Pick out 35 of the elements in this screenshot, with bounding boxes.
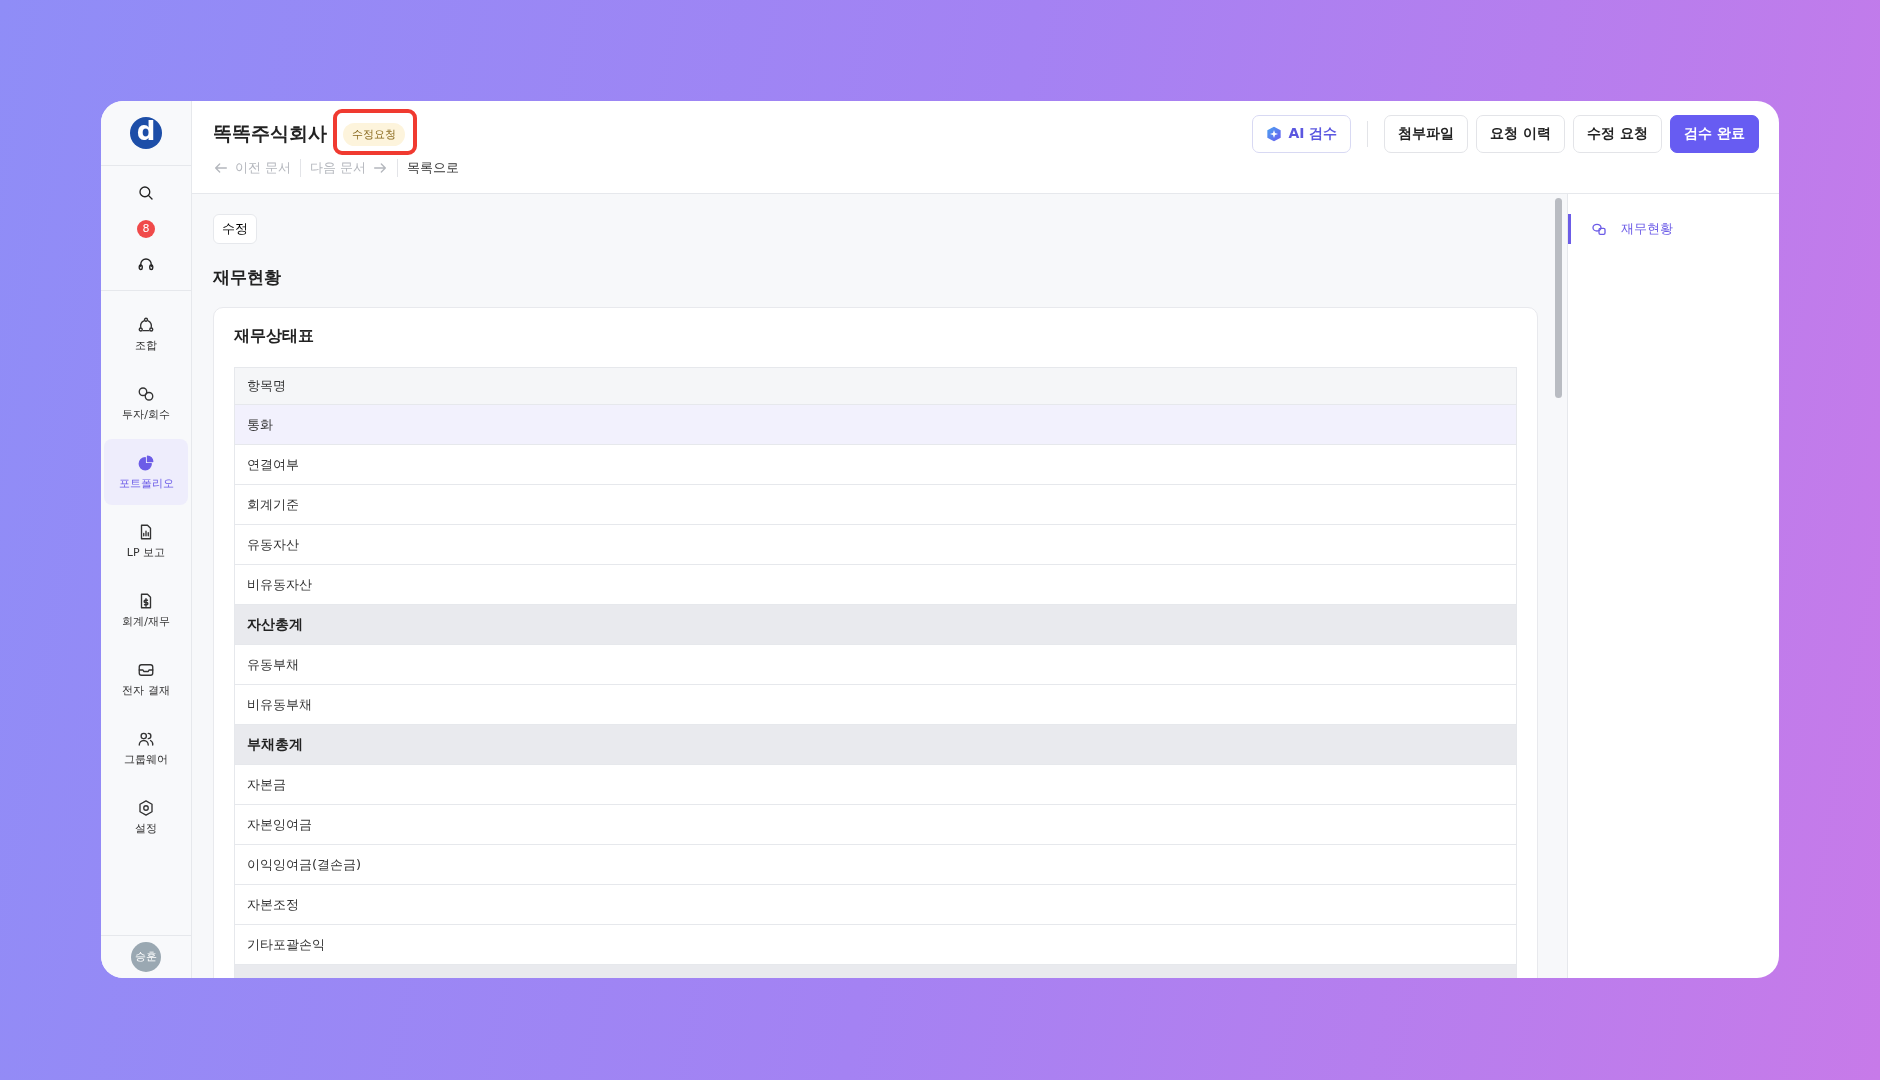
circles-icon bbox=[137, 384, 155, 403]
sidebar-item[interactable]: 설정 bbox=[104, 784, 188, 850]
search-icon[interactable] bbox=[137, 184, 155, 202]
toc-item[interactable]: 재무현황 bbox=[1568, 214, 1779, 244]
table-header-cell: 항목명 bbox=[235, 368, 1516, 405]
sidebar-item[interactable]: 전자 결재 bbox=[104, 646, 188, 712]
sparkle-hexagon-icon bbox=[1266, 126, 1283, 142]
sidebar-item[interactable]: LP 보고 bbox=[104, 508, 188, 574]
complete-button[interactable]: 검수 완료 bbox=[1670, 115, 1759, 153]
arrow-left-icon bbox=[213, 160, 229, 176]
sidebar-item[interactable]: 그룹웨어 bbox=[104, 715, 188, 781]
ai-review-button[interactable]: AI 검수 bbox=[1252, 115, 1352, 153]
table-cell: 부채총계 bbox=[235, 725, 1516, 765]
settings-icon bbox=[137, 798, 155, 817]
arrow-right-icon bbox=[372, 160, 389, 176]
section-title: 재무현황 bbox=[213, 266, 281, 289]
toolbar-button[interactable]: 첨부파일 bbox=[1384, 115, 1469, 153]
sidebar-item[interactable]: 투자/회수 bbox=[104, 370, 188, 436]
list-link[interactable]: 목록으로 bbox=[398, 159, 469, 177]
scrollbar[interactable] bbox=[1555, 198, 1562, 398]
status-badge: 수정요청 bbox=[343, 122, 405, 146]
nodes-icon bbox=[137, 315, 155, 334]
table-cell: 통화 bbox=[235, 405, 1516, 445]
notification-badge[interactable]: 8 bbox=[137, 220, 155, 238]
card-title: 재무상태표 bbox=[234, 326, 315, 347]
toolbar-button[interactable]: 요청 이력 bbox=[1476, 115, 1566, 153]
logo[interactable]: d bbox=[130, 117, 162, 149]
table-cell: 자산총계 bbox=[235, 605, 1516, 645]
toolbar-button[interactable]: 수정 요청 bbox=[1573, 115, 1663, 153]
sidebar-item[interactable]: 회계/재무 bbox=[104, 577, 188, 643]
page-title: 똑똑주식회사 bbox=[213, 121, 327, 146]
edit-button[interactable]: 수정 bbox=[213, 214, 257, 244]
pie-chart-icon bbox=[137, 453, 155, 472]
sidebar-item[interactable]: 포트폴리오 bbox=[104, 439, 188, 505]
sidebar-item[interactable]: 조합 bbox=[104, 301, 188, 367]
